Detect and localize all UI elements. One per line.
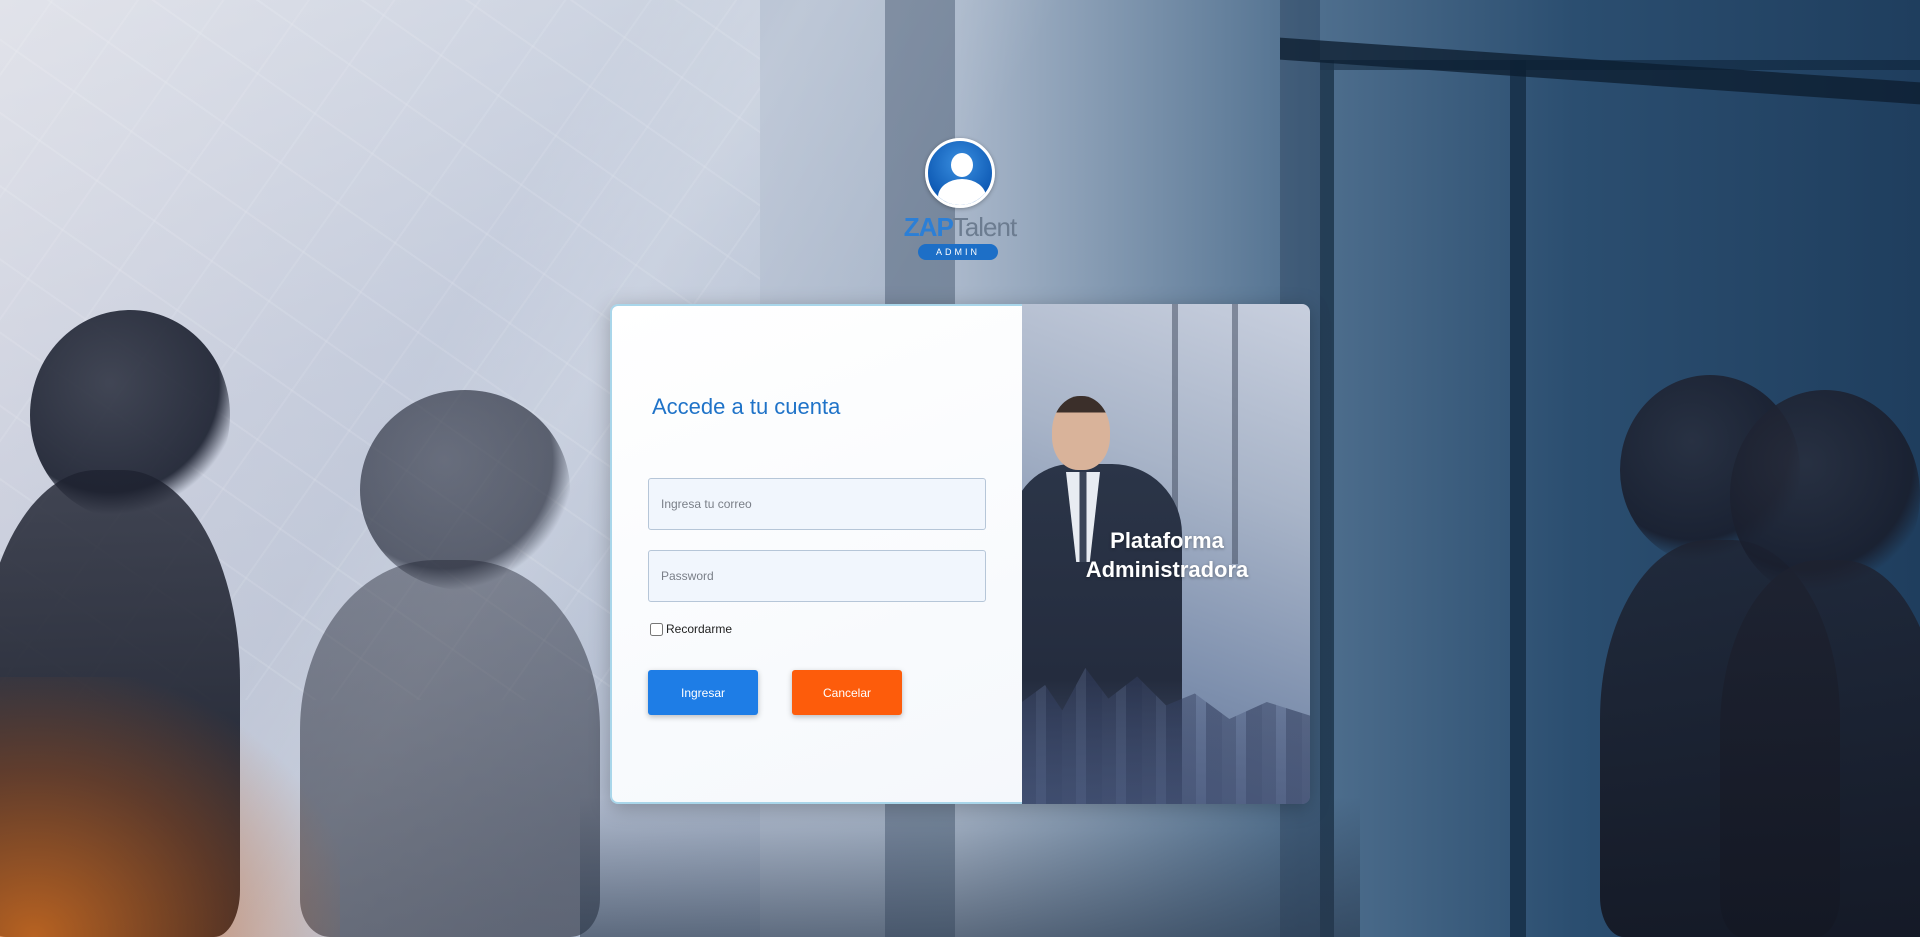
logo-brand-suffix: Talent — [952, 212, 1017, 242]
background-orange-glow — [0, 677, 340, 937]
remember-me[interactable]: Recordarme — [650, 622, 732, 636]
login-button[interactable]: Ingresar — [648, 670, 758, 715]
avatar-shoulders — [938, 179, 986, 205]
logo-admin-badge: ADMIN — [918, 244, 998, 260]
promo-person-head — [1052, 396, 1110, 470]
login-form-panel: Accede a tu cuenta Recordarme Ingresar C… — [610, 304, 1022, 804]
promo-window-frame — [1172, 304, 1310, 564]
background-person-silhouette — [300, 560, 600, 937]
user-avatar-icon — [925, 138, 995, 208]
promo-title-line1: Plataforma — [1110, 528, 1224, 553]
logo-wordmark: ZAPTalent — [900, 212, 1020, 243]
promo-title-line2: Administradora — [1085, 557, 1249, 582]
password-field[interactable] — [648, 550, 986, 602]
remember-me-checkbox[interactable] — [650, 622, 663, 636]
cancel-button[interactable]: Cancelar — [792, 670, 902, 715]
app-logo: ZAPTalent ADMIN — [900, 138, 1020, 260]
promo-panel: Plataforma Administradora — [1022, 304, 1310, 804]
background-desk-area — [580, 797, 1360, 937]
logo-brand-prefix: ZAP — [903, 212, 954, 242]
remember-me-label: Recordarme — [666, 622, 733, 636]
avatar-head — [951, 153, 973, 177]
email-field[interactable] — [648, 478, 986, 530]
promo-title: Plataforma Administradora — [1062, 526, 1272, 584]
background-person-silhouette — [1720, 560, 1920, 937]
login-card: Accede a tu cuenta Recordarme Ingresar C… — [610, 304, 1310, 804]
login-title: Accede a tu cuenta — [652, 394, 841, 419]
